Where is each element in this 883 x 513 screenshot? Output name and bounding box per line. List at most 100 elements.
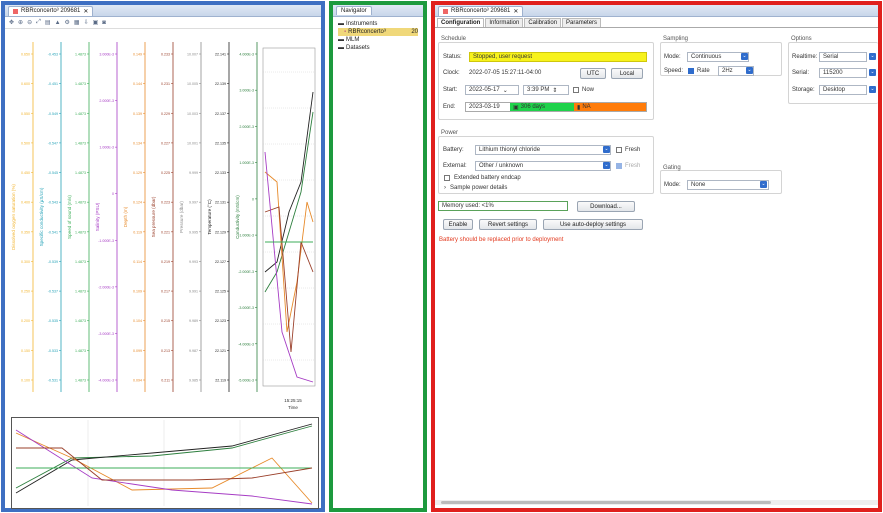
axis-tick-label: -3.000E-3: [98, 332, 114, 336]
nav-item-suffix: 20: [411, 29, 418, 35]
revert-settings-button[interactable]: Revert settings: [479, 219, 537, 230]
scrollbar-thumb[interactable]: [441, 501, 771, 504]
pan-icon[interactable]: ✥: [9, 19, 14, 26]
axis-tick-label: 22.141: [215, 53, 226, 57]
battery-select[interactable]: Lithium thionyl chloride: [475, 145, 611, 155]
layout-icon[interactable]: ▣: [93, 19, 99, 26]
folder-icon: ▬: [338, 21, 344, 27]
axis-tick-label: -2.000E-3: [238, 270, 254, 274]
tab-configuration[interactable]: Configuration: [437, 18, 485, 27]
axis-tick-label: -0.547: [48, 141, 58, 145]
download-button[interactable]: Download...: [577, 201, 635, 212]
chevron-down-icon[interactable]: ⌄: [746, 67, 753, 74]
gating-mode-select[interactable]: None: [687, 180, 769, 190]
fresh-label: Fresh: [625, 147, 641, 153]
nav-item[interactable]: ▬ Datasets: [338, 44, 418, 52]
start-time-field[interactable]: 3:39 PM ⇕: [523, 85, 569, 95]
axis-tick-label: 22.125: [215, 290, 226, 294]
axis-tick-label: 0.221: [161, 230, 170, 234]
spinner-icon: ⇕: [552, 87, 558, 94]
axis-tick-label: 0.129: [133, 171, 142, 175]
sampling-mode-label: Mode:: [664, 54, 681, 60]
serial-select[interactable]: 115200: [819, 68, 867, 78]
sampling-mode-select[interactable]: Continuous: [687, 52, 749, 62]
expand-icon[interactable]: ›: [444, 185, 446, 191]
chevron-down-icon[interactable]: ⌄: [869, 53, 876, 60]
tab-calibration[interactable]: Calibration: [524, 18, 562, 27]
battery-value: Lithium thionyl chloride: [479, 147, 541, 153]
config-panel: RBRconcerto³ 209681 ✕ Configuration Info…: [431, 1, 882, 512]
nav-item[interactable]: ▬ MLM: [338, 36, 418, 44]
realtime-select[interactable]: Serial: [819, 52, 867, 62]
close-icon[interactable]: ✕: [83, 8, 88, 15]
fresh-battery-checkbox[interactable]: [616, 147, 622, 153]
realtime-label: Realtime:: [792, 54, 818, 60]
axis-tick-label: 1.4873: [75, 112, 86, 116]
axis-tick-label: 9.993: [189, 260, 198, 264]
plot-tab[interactable]: RBRconcerto³ 209681 ✕: [8, 5, 94, 16]
now-checkbox[interactable]: [573, 87, 579, 93]
close-icon[interactable]: ✕: [513, 8, 518, 15]
enable-button[interactable]: Enable: [443, 219, 473, 230]
settings-icon[interactable]: ⚙: [65, 19, 70, 26]
auto-deploy-button[interactable]: Use auto-deploy settings: [543, 219, 643, 230]
zoom-in-icon[interactable]: ⊕: [18, 19, 23, 26]
memory-label: Memory used: <1%: [442, 203, 494, 209]
tab-parameters[interactable]: Parameters: [562, 18, 602, 27]
navigator-tab[interactable]: Navigator: [336, 6, 372, 15]
camera-icon[interactable]: ◙: [102, 20, 106, 26]
overview-plot[interactable]: [11, 417, 319, 509]
rate-checkbox[interactable]: [688, 68, 694, 74]
local-button[interactable]: Local: [611, 68, 643, 79]
axis-tick-label: 22.129: [215, 230, 226, 234]
chevron-down-icon[interactable]: ⌄: [603, 162, 610, 169]
config-tab[interactable]: RBRconcerto³ 209681 ✕: [438, 5, 524, 16]
multi-axis-plot[interactable]: 0.650 0.600 0.550 0.500 0.450 0.400 0.350 0.300…: [7, 32, 319, 412]
marker-icon[interactable]: ▲: [55, 20, 61, 26]
axis-tick-label: 0.109: [133, 290, 142, 294]
external-label: External:: [443, 163, 467, 169]
sample-power-label[interactable]: Sample power details: [450, 185, 507, 191]
chevron-down-icon[interactable]: ⌄: [741, 53, 748, 60]
navigator-panel: Navigator ▬ Instruments ▪ RBRconcerto³ 20 ▬ ML…: [329, 1, 427, 512]
start-date-field[interactable]: 2022-05-17 ⌄: [465, 85, 519, 95]
fit-icon[interactable]: ⤢: [36, 19, 41, 26]
storage-select[interactable]: Desktop: [819, 85, 867, 95]
axis-tick-label: 1.4873: [75, 319, 86, 323]
axis-tick-label: -1.000E-3: [98, 239, 114, 243]
duration-icon: ▣: [513, 104, 519, 111]
axis-label: Speed of sound (m/s): [67, 195, 72, 239]
endcap-checkbox[interactable]: [444, 175, 450, 181]
power-title: Power: [441, 130, 459, 136]
axis-tick-label: 0.150: [21, 349, 30, 353]
chevron-down-icon[interactable]: ⌄: [869, 86, 876, 93]
chevron-down-icon[interactable]: ⌄: [760, 181, 767, 188]
axis-tick-label: -0.541: [48, 230, 58, 234]
time-axis-label: Time: [288, 405, 298, 410]
axis-tick-label: 0.099: [133, 349, 142, 353]
export-icon[interactable]: ⇩: [84, 19, 89, 26]
plot-tab-bar: RBRconcerto³ 209681 ✕: [5, 5, 321, 17]
axis-tick-label: 4.000E-3: [239, 53, 254, 57]
horizontal-scrollbar[interactable]: [435, 500, 878, 505]
tab-information[interactable]: Information: [485, 18, 524, 27]
axis-tick-label: 3.000E-3: [239, 89, 254, 93]
axis-label: Temperature (°C): [207, 199, 212, 235]
utc-button[interactable]: UTC: [580, 68, 606, 79]
nav-item[interactable]: ▬ Instruments: [338, 20, 418, 28]
axis-tick-label: 0.213: [161, 349, 170, 353]
axis-tick-label: 0.215: [161, 319, 170, 323]
chevron-down-icon[interactable]: ⌄: [603, 146, 610, 153]
nav-item[interactable]: ▪ RBRconcerto³ 20: [338, 28, 418, 36]
zoom-out-icon[interactable]: ⊖: [27, 19, 32, 26]
external-select[interactable]: Other / unknown: [475, 161, 611, 171]
chart-icon[interactable]: ▦: [74, 19, 80, 26]
axis-tick-label: 0.134: [133, 141, 142, 145]
serial-label: Serial:: [792, 70, 810, 76]
axis-tick-label: 22.131: [215, 201, 226, 205]
end-date-value: 2023-03-19: [469, 104, 500, 110]
sampling-title: Sampling: [663, 36, 689, 42]
stream-icon[interactable]: ▤: [45, 19, 51, 26]
axis-tick-label: 22.139: [215, 82, 226, 86]
chevron-down-icon[interactable]: ⌄: [869, 69, 876, 76]
